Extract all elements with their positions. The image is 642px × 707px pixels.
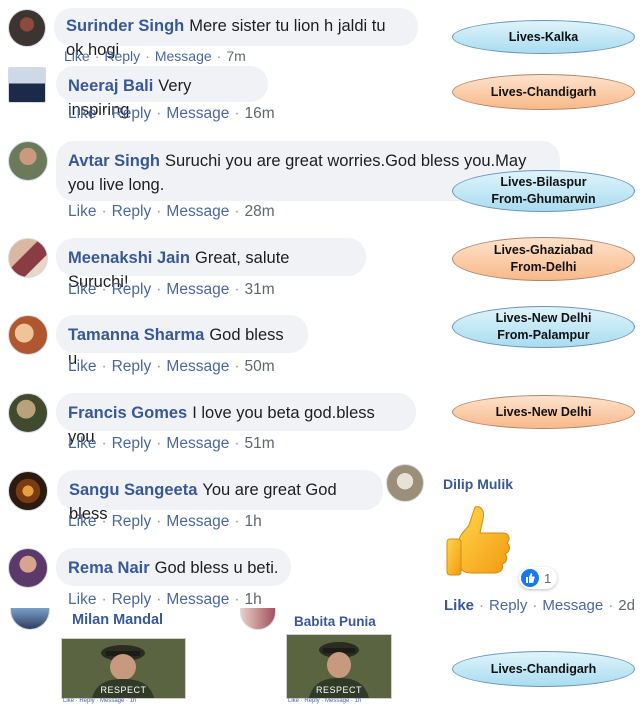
comment-actions: Like · Reply · Message · 28m (68, 203, 275, 220)
comment-bubble: Meenakshi Jain Great, salute Suruchi! (56, 238, 366, 291)
comment-bubble: Tamanna Sharma God bless u (56, 315, 308, 368)
comment-actions: Like · Reply · Message · 50m (68, 358, 275, 375)
gif-caption: RESPECT (315, 685, 362, 695)
timestamp[interactable]: 31m (245, 281, 275, 298)
commenter-name[interactable]: Sangu Sangeeta (69, 481, 197, 499)
timestamp[interactable]: 50m (245, 358, 275, 375)
comment-actions[interactable]: Like · Reply · Message · 1h (288, 698, 361, 704)
timestamp[interactable]: 51m (245, 435, 275, 452)
commenter-name[interactable]: Dilip Mulik (443, 476, 513, 492)
location-label: Lives-Bilaspur From-Ghumarwin (452, 170, 635, 212)
commenter-name[interactable]: Meenakshi Jain (68, 249, 190, 267)
location-label: Lives-Chandigarh (452, 651, 635, 687)
avatar[interactable] (8, 315, 48, 355)
commenter-name[interactable]: Babita Punia (294, 614, 376, 629)
reply-link[interactable]: Reply (112, 203, 152, 220)
message-link[interactable]: Message (155, 48, 212, 64)
comment-bubble: Francis Gomes I love you beta god.bless y… (56, 393, 416, 446)
comment-actions: Like · Reply · Message · 2d (444, 597, 635, 614)
message-link[interactable]: Message (166, 105, 229, 122)
reply-link[interactable]: Reply (112, 513, 152, 530)
comment-actions: Like · Reply · Message · 16m (68, 105, 275, 122)
gif-thumbnail[interactable]: RESPECT (286, 634, 392, 699)
comment-actions: Like · Reply · Message · 51m (68, 435, 275, 452)
reaction-count-badge[interactable]: 1 (519, 567, 558, 589)
avatar[interactable] (8, 471, 48, 511)
avatar[interactable] (8, 9, 46, 47)
like-link[interactable]: Like (64, 48, 90, 64)
comment-actions: Like · Reply · Message · 1h (68, 591, 262, 608)
thumbs-up-icon (446, 506, 510, 576)
comment-bubble: Surinder Singh Mere sister tu lion h jald… (54, 8, 418, 59)
like-link[interactable]: Like (68, 203, 96, 220)
location-label: Lives-Kalka (452, 20, 635, 54)
message-link[interactable]: Message (166, 591, 229, 608)
commenter-name[interactable]: Tamanna Sharma (68, 326, 204, 344)
timestamp[interactable]: 16m (245, 105, 275, 122)
reaction-count: 1 (544, 570, 552, 586)
message-link[interactable]: Message (166, 435, 229, 452)
location-label: Lives-Ghaziabad From-Delhi (452, 237, 635, 281)
reply-link[interactable]: Reply (112, 105, 152, 122)
location-label: Lives-New Delhi (452, 395, 635, 429)
comment-bubble: Neeraj Bali Very inspiring (56, 66, 268, 119)
message-link[interactable]: Message (166, 513, 229, 530)
like-link[interactable]: Like (68, 435, 96, 452)
like-link[interactable]: Like (68, 513, 96, 530)
avatar[interactable] (8, 238, 48, 278)
avatar[interactable] (8, 141, 48, 181)
comment-actions[interactable]: Like · Reply · Message · 1h (63, 698, 136, 704)
avatar[interactable] (8, 67, 46, 103)
gif-caption: RESPECT (100, 685, 147, 695)
commenter-name[interactable]: Milan Mandal (72, 612, 163, 628)
message-link[interactable]: Message (542, 597, 603, 614)
location-label: Lives-Chandigarh (452, 74, 635, 110)
gif-thumbnail[interactable]: RESPECT (61, 638, 186, 699)
reply-link[interactable]: Reply (489, 597, 527, 614)
comment-bubble: Rema Nair God bless u beti. (56, 548, 291, 586)
reply-link[interactable]: Reply (104, 48, 140, 64)
message-link[interactable]: Message (166, 203, 229, 220)
like-reaction-icon (521, 569, 539, 587)
like-link[interactable]: Like (68, 281, 96, 298)
timestamp[interactable]: 1h (245, 513, 262, 530)
commenter-name[interactable]: Neeraj Bali (68, 77, 153, 95)
commenter-name[interactable]: Avtar Singh (68, 152, 160, 170)
message-link[interactable]: Message (166, 281, 229, 298)
comment-bubble: Sangu Sangeeta You are great God bless (57, 470, 383, 523)
location-label: Lives-New Delhi From-Palampur (452, 306, 635, 348)
commenter-name[interactable]: Rema Nair (68, 559, 150, 577)
timestamp[interactable]: 1h (245, 591, 262, 608)
avatar[interactable] (386, 464, 424, 502)
timestamp[interactable]: 2d (618, 597, 635, 614)
reply-link[interactable]: Reply (112, 358, 152, 375)
like-link[interactable]: Like (68, 358, 96, 375)
timestamp[interactable]: 28m (245, 203, 275, 220)
comment-text: God bless u beti. (154, 559, 279, 577)
like-link[interactable]: Like (68, 105, 96, 122)
commenter-name[interactable]: Francis Gomes (68, 404, 187, 422)
comment-actions: Like · Reply · Message · 31m (68, 281, 275, 298)
like-link[interactable]: Like (444, 597, 474, 614)
avatar[interactable] (8, 548, 48, 588)
commenter-name[interactable]: Surinder Singh (66, 17, 184, 35)
message-link[interactable]: Message (166, 358, 229, 375)
avatar[interactable] (8, 393, 48, 433)
like-link[interactable]: Like (68, 591, 96, 608)
reply-link[interactable]: Reply (112, 591, 152, 608)
comment-actions: Like · Reply · Message · 1h (68, 513, 262, 530)
avatar[interactable] (10, 608, 50, 630)
reply-link[interactable]: Reply (112, 435, 152, 452)
reply-link[interactable]: Reply (112, 281, 152, 298)
timestamp[interactable]: 7m (226, 48, 245, 64)
comment-actions: Like · Reply · Message · 7m (64, 48, 246, 64)
avatar[interactable] (240, 608, 276, 630)
